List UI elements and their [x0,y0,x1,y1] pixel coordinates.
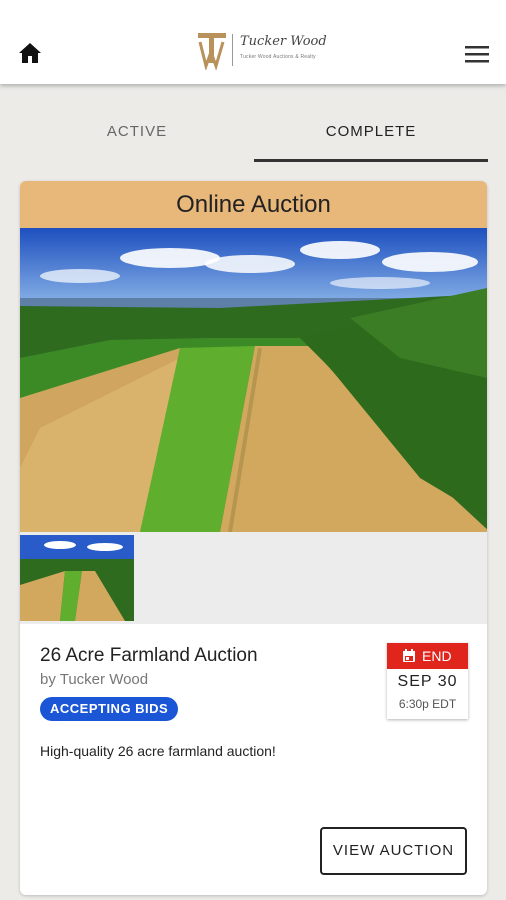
logo-tagline: Tucker Wood Auctions & Realty [240,54,316,60]
home-icon[interactable] [17,41,43,65]
selected-tab-indicator [254,159,488,162]
status-badge: ACCEPTING BIDS [40,697,179,721]
photo-thumbnail-strip [20,532,487,624]
end-label: END [422,648,452,664]
app-header: Tucker Wood Tucker Wood Auctions & Realt… [0,0,506,84]
logo-script-text: Tucker Wood [240,34,327,49]
tab-complete[interactable]: COMPLETE [254,110,488,162]
end-date-time: 6:30p EDT [398,697,457,711]
logo-monogram-icon [198,33,233,70]
auction-title[interactable]: 26 Acre Farmland Auction [40,645,258,667]
auction-main-photo[interactable] [20,228,487,532]
auction-type-banner: Online Auction [20,181,487,228]
auction-byline: by Tucker Wood [40,671,149,688]
tab-active[interactable]: ACTIVE [20,110,254,162]
end-date-header: END [387,643,468,669]
calendar-icon [403,649,415,662]
end-date-box: END SEP 30 6:30p EDT [387,643,468,719]
hamburger-menu-icon[interactable] [464,43,490,65]
auction-description: High-quality 26 acre farmland auction! [40,743,276,759]
auction-card: Online Auction 26 Acre Farmland Auction … [20,181,487,895]
brand-logo[interactable]: Tucker Wood Tucker Wood Auctions & Realt… [196,30,327,70]
photo-thumbnail[interactable] [20,535,134,621]
end-date-day: SEP 30 [397,673,458,690]
view-auction-button[interactable]: VIEW AUCTION [320,827,467,875]
auction-status-tabs: ACTIVE COMPLETE [20,110,488,162]
